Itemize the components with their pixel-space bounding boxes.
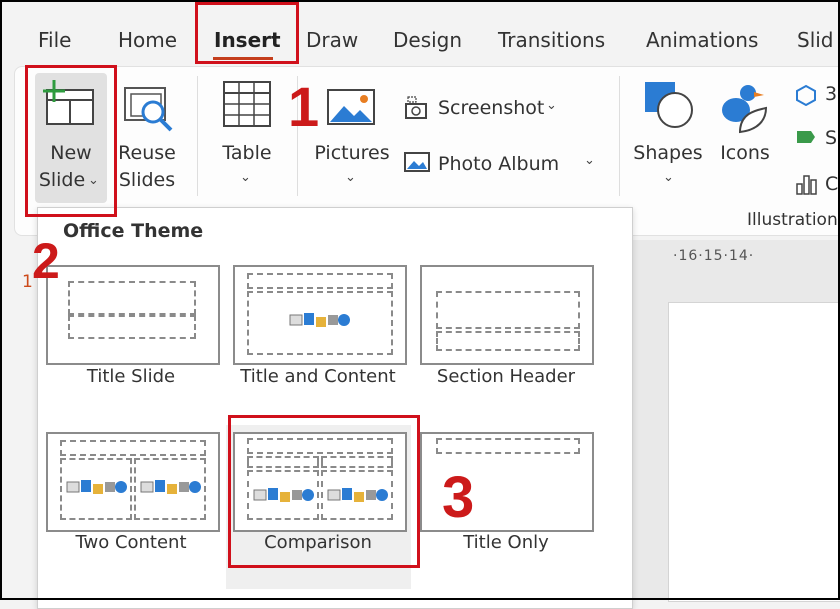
slide-canvas[interactable] bbox=[668, 302, 840, 602]
tab-design[interactable]: Design bbox=[393, 28, 462, 52]
photo-album-icon bbox=[404, 152, 430, 172]
icons-icon bbox=[722, 85, 768, 134]
ribbon-tabs: File Home Insert Draw Design Transitions… bbox=[0, 0, 840, 70]
title-placeholder bbox=[60, 440, 206, 456]
right-heading-placeholder bbox=[321, 456, 393, 468]
layout-label-title-only: Title Only bbox=[463, 532, 549, 553]
illustrations-group-label: Illustration bbox=[747, 210, 838, 230]
tab-draw[interactable]: Draw bbox=[306, 28, 358, 52]
chart-icon bbox=[796, 175, 817, 195]
layout-label-section-header: Section Header bbox=[436, 366, 576, 387]
tab-file[interactable]: File bbox=[38, 28, 71, 52]
pictures-icon bbox=[327, 89, 375, 125]
text-placeholder bbox=[436, 331, 580, 351]
new-slide-label-2: Slide bbox=[38, 169, 86, 191]
tab-animations[interactable]: Animations bbox=[646, 28, 758, 52]
screenshot-button[interactable]: Screenshot bbox=[438, 94, 544, 122]
layout-label-title-and-content: Title and Content bbox=[240, 366, 396, 387]
table-icon bbox=[223, 81, 271, 127]
chevron-down-icon: ⌄ bbox=[240, 170, 251, 185]
tab-home[interactable]: Home bbox=[118, 28, 177, 52]
chart-button[interactable]: C bbox=[825, 170, 838, 198]
screenshot-icon bbox=[405, 96, 427, 119]
reuse-slides-label-1[interactable]: Reuse bbox=[116, 139, 178, 167]
tab-transitions[interactable]: Transitions bbox=[498, 28, 605, 52]
dropdown-section-title: Office Theme bbox=[63, 220, 204, 242]
layout-thumb-two-content[interactable] bbox=[46, 432, 220, 532]
subtitle-placeholder bbox=[68, 315, 196, 339]
title-placeholder bbox=[436, 438, 580, 454]
layout-thumb-comparison[interactable] bbox=[233, 432, 407, 532]
icons-button[interactable]: Icons bbox=[714, 139, 776, 167]
horizontal-ruler: ·16·15·14· bbox=[673, 248, 755, 264]
new-slide-label-1: New bbox=[50, 142, 92, 164]
shapes-icon bbox=[645, 82, 693, 128]
table-button[interactable]: Table bbox=[216, 139, 278, 167]
3d-models-button[interactable]: 3 bbox=[825, 80, 837, 108]
layout-thumb-title-and-content[interactable] bbox=[233, 265, 407, 365]
title-placeholder bbox=[247, 438, 393, 454]
chevron-down-icon: ⌄ bbox=[584, 153, 595, 168]
ribbon-separator bbox=[197, 76, 198, 196]
layout-label-title-slide: Title Slide bbox=[86, 366, 176, 387]
content-icons bbox=[289, 313, 350, 327]
reuse-slides-icon bbox=[124, 87, 173, 132]
layout-thumb-section-header[interactable] bbox=[420, 265, 594, 365]
ribbon-separator bbox=[619, 76, 620, 196]
annotation-number-1: 1 bbox=[288, 75, 320, 138]
smartart-button[interactable]: S bbox=[825, 124, 837, 152]
chevron-down-icon: ⌄ bbox=[345, 170, 356, 185]
annotation-number-3: 3 bbox=[442, 465, 475, 530]
content-icons bbox=[140, 480, 201, 494]
title-placeholder bbox=[247, 273, 393, 289]
content-icons bbox=[66, 480, 127, 494]
title-placeholder bbox=[68, 281, 196, 315]
shapes-button[interactable]: Shapes bbox=[630, 139, 706, 167]
3d-models-icon bbox=[796, 84, 816, 106]
smartart-icon bbox=[797, 131, 815, 143]
chevron-down-icon: ⌄ bbox=[88, 173, 99, 188]
chevron-down-icon: ⌄ bbox=[663, 170, 674, 185]
pictures-button[interactable]: Pictures bbox=[312, 139, 392, 167]
annotation-number-2: 2 bbox=[32, 233, 60, 289]
left-heading-placeholder bbox=[247, 456, 319, 468]
tab-slideshow[interactable]: Slid bbox=[797, 28, 834, 52]
content-icons bbox=[253, 488, 314, 502]
tab-active-indicator bbox=[213, 57, 273, 60]
title-placeholder bbox=[436, 291, 580, 329]
layout-label-two-content: Two Content bbox=[75, 532, 187, 553]
chevron-down-icon: ⌄ bbox=[546, 98, 557, 113]
content-icons bbox=[327, 488, 388, 502]
layout-label-comparison: Comparison bbox=[264, 532, 372, 553]
reuse-slides-label-2[interactable]: Slides bbox=[116, 166, 178, 194]
photo-album-button[interactable]: Photo Album bbox=[438, 150, 559, 178]
new-slide-icon bbox=[43, 80, 94, 125]
layout-thumb-title-slide[interactable] bbox=[46, 265, 220, 365]
tab-insert[interactable]: Insert bbox=[214, 28, 281, 52]
